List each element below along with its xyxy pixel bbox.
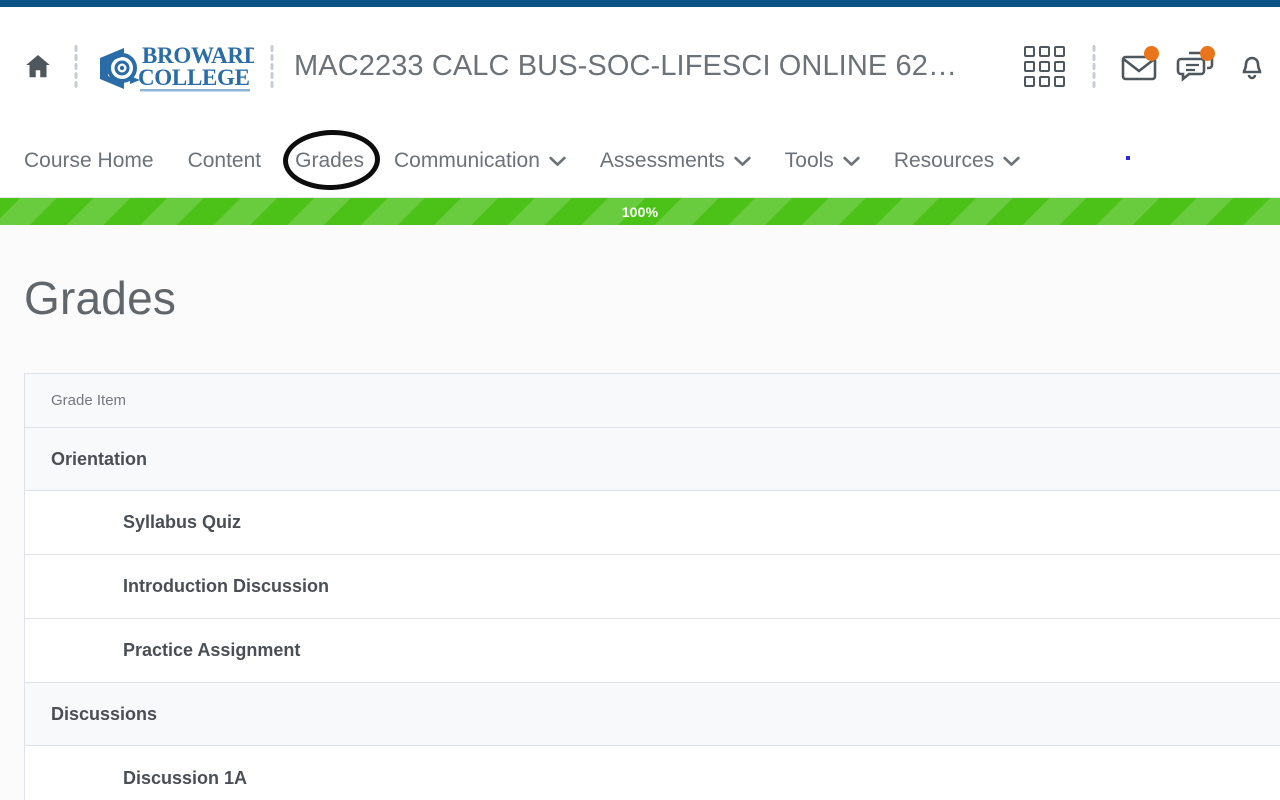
email-unread-badge — [1144, 46, 1159, 61]
nav-item-communication[interactable]: Communication — [394, 149, 566, 173]
grade-item-label: Practice Assignment — [25, 640, 300, 661]
waffle-menu-icon[interactable] — [1012, 36, 1076, 96]
chevron-down-icon — [1003, 156, 1020, 167]
home-icon[interactable] — [18, 51, 58, 81]
header-divider-1 — [74, 44, 78, 88]
notification-bell-icon[interactable] — [1224, 36, 1280, 96]
table-header-row: Grade Item — [25, 374, 1280, 428]
table-row[interactable]: Orientation — [25, 428, 1280, 491]
table-row[interactable]: Discussion 1A — [25, 746, 1280, 800]
nav-item-content[interactable]: Content — [188, 149, 262, 173]
cursor-dot-marker — [1126, 156, 1130, 160]
grades-table: Grade Item Orientation Syllabus Quiz Int… — [24, 373, 1280, 800]
nav-item-grades[interactable]: Grades — [295, 149, 364, 173]
top-accent-bar — [0, 0, 1280, 7]
page-title: Grades — [0, 225, 1280, 325]
nav-label: Course Home — [24, 149, 154, 173]
category-label: Discussions — [25, 704, 157, 725]
table-row[interactable]: Syllabus Quiz — [25, 491, 1280, 555]
nav-label: Grades — [295, 149, 364, 173]
header-divider-2 — [270, 44, 274, 88]
grade-item-label: Syllabus Quiz — [25, 512, 241, 533]
progress-percent-label: 100% — [622, 204, 659, 220]
chevron-down-icon — [549, 156, 566, 167]
course-navbar: Course Home Content Grades Communication… — [0, 125, 1280, 198]
logo-text-line2: COLLEGE — [138, 65, 250, 90]
grade-item-label: Introduction Discussion — [25, 576, 329, 597]
chevron-down-icon — [843, 156, 860, 167]
nav-label: Resources — [894, 149, 994, 173]
course-progress-bar: 100% — [0, 198, 1280, 225]
nav-item-tools[interactable]: Tools — [785, 149, 860, 173]
email-icon[interactable] — [1112, 36, 1168, 96]
nav-item-course-home[interactable]: Course Home — [24, 149, 154, 173]
nav-label: Content — [188, 149, 262, 173]
app-header: BROWARD COLLEGE MAC2233 CALC BUS-SOC-LIF… — [0, 7, 1280, 125]
nav-item-resources[interactable]: Resources — [894, 149, 1020, 173]
broward-college-logo[interactable]: BROWARD COLLEGE — [94, 35, 254, 97]
chat-unread-badge — [1200, 46, 1215, 61]
course-title: MAC2233 CALC BUS-SOC-LIFESCI ONLINE 62… — [294, 50, 1012, 83]
header-divider-3 — [1092, 44, 1096, 88]
header-icon-group — [1012, 7, 1280, 125]
nav-label: Tools — [785, 149, 834, 173]
column-header-grade-item: Grade Item — [25, 392, 126, 409]
table-row[interactable]: Discussions — [25, 683, 1280, 746]
waffle-grid — [1024, 46, 1065, 87]
grade-item-label: Discussion 1A — [25, 768, 247, 789]
chevron-down-icon — [734, 156, 751, 167]
category-label: Orientation — [25, 449, 147, 470]
table-row[interactable]: Introduction Discussion — [25, 555, 1280, 619]
nav-label: Communication — [394, 149, 540, 173]
chat-icon[interactable] — [1168, 36, 1224, 96]
nav-label: Assessments — [600, 149, 725, 173]
nav-item-assessments[interactable]: Assessments — [600, 149, 751, 173]
table-row[interactable]: Practice Assignment — [25, 619, 1280, 683]
main-content: Grades Grade Item Orientation Syllabus Q… — [0, 225, 1280, 800]
